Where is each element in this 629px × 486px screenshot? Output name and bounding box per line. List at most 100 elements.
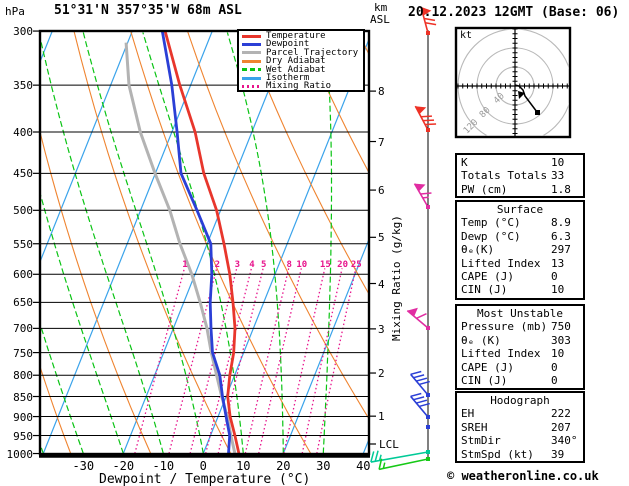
legend-item: Mixing Ratio (242, 82, 363, 91)
pressure-tick-label: 550 (13, 237, 33, 251)
panel-row-value: 6.3 (551, 229, 571, 243)
panel-row: StmDir 340° (461, 434, 583, 447)
panel-row-value: 10 (551, 156, 565, 169)
most-unstable-panel: Most Unstable Pressure (mb) 750 θₑ (K) 303 Li… (455, 304, 585, 390)
km-tick-label: 7 (378, 135, 385, 149)
hodograph-unit-label: kt (460, 30, 473, 41)
sounding-curves (124, 31, 241, 454)
mixing-ratio-line (283, 268, 326, 454)
panel-row-value: 0 (551, 360, 558, 374)
hodograph: 4080120 (454, 26, 572, 139)
panel-row-label: Lifted Index (461, 347, 541, 361)
legend-swatch-dashed (242, 68, 261, 72)
pressure-tick-label: 900 (13, 410, 33, 424)
panel-row-value: 13 (551, 256, 565, 270)
temp-tick-label: 0 (199, 459, 207, 473)
panel-row-label: SREH (461, 420, 488, 434)
panel-row-value: 8.9 (551, 216, 571, 230)
mixing-ratio-axis-label: Mixing Ratio (g/kg) (390, 215, 403, 341)
panel-row-value: 297 (551, 243, 571, 257)
km-tick-label: 6 (378, 184, 385, 198)
temp-tick-label: 20 (276, 459, 291, 473)
legend-swatch-dotted (242, 85, 261, 89)
wind-barb (414, 105, 437, 132)
panel-title: Surface (496, 203, 544, 216)
legend-swatch-solid (242, 34, 261, 38)
panel-row-label: K (461, 156, 468, 169)
panel-row: CIN (J) 10 (461, 283, 583, 296)
panel-row-value: 0 (551, 270, 558, 284)
panel-row-value: 340° (551, 434, 578, 448)
mixing-ratio-value-label: 25 (350, 260, 362, 270)
panel-row: Pressure (mb) 750 (461, 320, 583, 333)
isotherm-line (42, 31, 213, 454)
legend-swatch-solid (242, 59, 261, 63)
plot-border (38, 29, 371, 456)
wind-barb (413, 183, 432, 209)
pressure-tick-label: 400 (13, 126, 33, 139)
panel-row-label: CAPE (J) (461, 270, 514, 284)
wind-barb (410, 392, 430, 419)
panel-row: StmSpd (kt) 39 (461, 448, 583, 461)
lcl-label: LCL (379, 438, 399, 451)
wind-barb (426, 425, 430, 429)
mixing-ratio-value-label: 2 (214, 260, 221, 270)
legend-swatch-solid (242, 43, 261, 47)
panel-row-value: 10 (551, 347, 565, 361)
panel-row: θₑ (K) 303 (461, 334, 583, 347)
station-title: 51°31'N 357°35'W 68m ASL (54, 3, 242, 18)
panel-row-label: θₑ(K) (461, 243, 495, 257)
panel-row: CIN (J) 0 (461, 374, 583, 387)
panel-row-label: Pressure (mb) (461, 320, 548, 334)
wet-adiabat-line (40, 34, 164, 454)
panel-row-label: θₑ (K) (461, 333, 501, 347)
km-tick-label: 8 (378, 85, 385, 99)
temp-tick-label: 40 (356, 459, 371, 473)
pressure-tick-label: 650 (13, 296, 33, 310)
panel-row: θₑ(K) 297 (461, 243, 583, 256)
panel-row-label: CIN (J) (461, 374, 508, 388)
temp-tick-label: -20 (112, 459, 135, 473)
panel-row-label: Lifted Index (461, 256, 541, 270)
panel-row: PW (cm) 1.8 (461, 183, 583, 196)
panel-row-value: 303 (551, 333, 571, 347)
parcel-trajectory-curve (124, 42, 237, 454)
panel-row-label: CIN (J) (461, 283, 508, 297)
copyright-footer: © weatheronline.co.uk (447, 469, 599, 483)
panel-row-label: PW (cm) (461, 182, 508, 196)
panel-row-label: Totals Totals (461, 169, 548, 183)
km-tick-label: 4 (378, 277, 385, 291)
panel-row-label: EH (461, 407, 475, 421)
panel-row: K 10 (461, 156, 583, 169)
indices-panel: K 10 Totals Totals 33 PW (cm) 1.8 (455, 153, 585, 198)
pressure-tick-label: 350 (13, 79, 33, 93)
panel-row-label: StmDir (461, 434, 501, 448)
pressure-tick-label: 450 (13, 167, 33, 181)
panel-row: CAPE (J) 0 (461, 270, 583, 283)
pressure-tick-label: 950 (13, 429, 33, 443)
dry-adiabat-line (186, 31, 369, 420)
panel-row-label: Temp (°C) (461, 216, 521, 230)
pressure-tick-label: 750 (13, 346, 33, 360)
temp-tick-label: 10 (236, 459, 251, 473)
panel-row-value: 207 (551, 420, 571, 434)
panel-row-value: 1.8 (551, 182, 571, 196)
hodograph-trace-endpoint (535, 110, 540, 115)
isotherm-line (282, 237, 369, 454)
panel-row: Dewp (°C) 6.3 (461, 230, 583, 243)
pressure-tick-label: 500 (13, 204, 33, 218)
dry-adiabat-line (243, 31, 369, 296)
km-tick-label: 1 (378, 410, 385, 424)
km-tick-label: 2 (378, 367, 385, 381)
run-date: 20.12.2023 12GMT (Base: 06) (408, 5, 620, 20)
pressure-tick-label: 700 (13, 322, 33, 336)
panel-title: Most Unstable (476, 307, 564, 320)
mixing-ratio-line (244, 268, 290, 454)
wet-adiabat-line (82, 32, 204, 454)
temp-axis-label: Dewpoint / Temperature (°C) (99, 472, 311, 486)
panel-row-value: 750 (551, 320, 571, 334)
panel-row-label: StmSpd (kt) (461, 447, 534, 461)
pressure-tick-label: 600 (13, 268, 33, 282)
hodograph-panel: Hodograph EH 222 SREH 207 StmDir 340° StmSpd (k… (455, 391, 585, 463)
wind-barb (406, 307, 430, 330)
